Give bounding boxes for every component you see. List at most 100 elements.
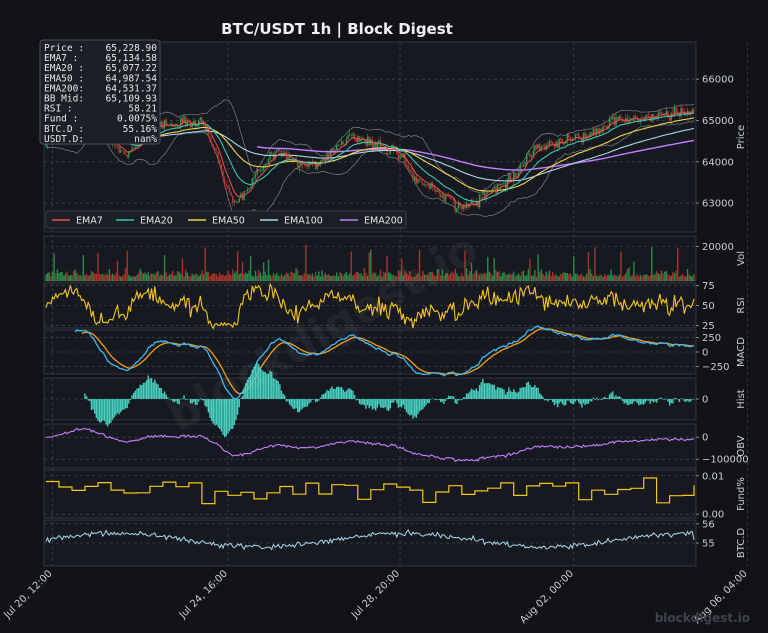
histogram-bar bbox=[446, 397, 448, 399]
histogram-bar bbox=[693, 399, 695, 400]
histogram-bar bbox=[521, 387, 523, 399]
volume-bar bbox=[141, 271, 143, 281]
volume-bar bbox=[266, 275, 268, 281]
candle-body bbox=[412, 171, 414, 181]
volume-bar bbox=[348, 273, 351, 281]
histogram-bar bbox=[685, 399, 687, 403]
volume-bar bbox=[108, 268, 111, 281]
volume-bar bbox=[603, 274, 606, 281]
candle-body bbox=[542, 146, 544, 147]
candle-body bbox=[316, 165, 318, 170]
volume-bar bbox=[490, 273, 492, 281]
volume-bar bbox=[219, 272, 221, 281]
volume-bar bbox=[238, 274, 240, 281]
candle-body bbox=[613, 116, 616, 126]
volume-bar bbox=[274, 274, 276, 281]
volume-bar bbox=[342, 275, 344, 281]
histogram-bar bbox=[577, 399, 580, 403]
volume-bar bbox=[530, 275, 533, 281]
volume-bar bbox=[58, 273, 60, 281]
histogram-bar bbox=[376, 399, 379, 408]
volume-bar bbox=[76, 272, 78, 281]
candle-body bbox=[209, 136, 211, 143]
volume-bar bbox=[212, 273, 214, 281]
histogram-bar bbox=[314, 399, 317, 403]
candle-body bbox=[501, 183, 504, 185]
volume-bar bbox=[170, 274, 172, 281]
volume-bar bbox=[618, 274, 620, 281]
histogram-bar bbox=[448, 395, 450, 399]
volume-bar bbox=[197, 276, 200, 281]
volume-bar bbox=[318, 271, 320, 281]
candle-body bbox=[513, 172, 515, 180]
histogram-bar bbox=[336, 387, 338, 399]
volume-bar bbox=[66, 271, 68, 281]
histogram-bar bbox=[652, 399, 655, 403]
volume-bar bbox=[251, 275, 253, 281]
volume-bar bbox=[144, 272, 146, 281]
candle-body bbox=[616, 116, 619, 120]
volume-bar bbox=[152, 273, 154, 281]
candle-body bbox=[647, 114, 650, 117]
candle-body bbox=[474, 205, 476, 206]
volume-bar bbox=[488, 271, 491, 281]
volume-bar bbox=[493, 258, 495, 281]
histogram-bar bbox=[123, 399, 125, 410]
volume-bar bbox=[94, 274, 96, 281]
candle-body bbox=[121, 150, 124, 152]
x-tick-label: Jul 28, 20:00 bbox=[349, 568, 402, 621]
volume-bar bbox=[563, 271, 565, 281]
candle-body bbox=[503, 183, 505, 184]
volume-bar bbox=[504, 273, 507, 281]
volume-bar bbox=[621, 276, 624, 281]
volume-bar bbox=[248, 270, 250, 281]
candle-body bbox=[612, 116, 614, 120]
volume-bar bbox=[180, 274, 182, 281]
histogram-bar bbox=[423, 399, 426, 408]
volume-bar bbox=[134, 276, 137, 281]
histogram-bar bbox=[654, 399, 656, 402]
candle-body bbox=[323, 158, 325, 161]
histogram-bar bbox=[313, 399, 315, 400]
candle-body bbox=[248, 188, 250, 190]
histogram-bar bbox=[98, 399, 101, 423]
volume-bar bbox=[113, 275, 115, 281]
volume-bar bbox=[110, 274, 112, 281]
histogram-bar bbox=[144, 382, 146, 399]
volume-bar bbox=[227, 270, 229, 281]
candle-body bbox=[480, 194, 482, 195]
histogram-bar bbox=[339, 387, 341, 399]
histogram-bar bbox=[435, 399, 437, 401]
chart-svg: Jul 20, 12:00 Jul 24, 16:00 Jul 28, 20:00 A… bbox=[1, 20, 750, 626]
candle-body bbox=[508, 173, 510, 180]
histogram-bar bbox=[543, 399, 546, 401]
histogram-bar bbox=[139, 384, 141, 399]
y-axis-label: Vol bbox=[736, 251, 747, 266]
histogram-bar bbox=[147, 375, 150, 399]
candle-body bbox=[222, 170, 224, 179]
volume-bar bbox=[633, 261, 635, 281]
histogram-bar bbox=[436, 399, 439, 400]
volume-bar bbox=[97, 252, 99, 281]
candle-body bbox=[618, 116, 620, 120]
histogram-bar bbox=[407, 399, 409, 415]
candle-body bbox=[524, 162, 526, 165]
histogram-bar bbox=[366, 399, 369, 406]
x-tick-label: Aug 02, 00:00 bbox=[518, 568, 576, 626]
histogram-bar bbox=[690, 399, 692, 402]
volume-bar bbox=[90, 270, 93, 281]
histogram-bar bbox=[620, 397, 622, 399]
histogram-bar bbox=[537, 387, 539, 399]
volume-bar bbox=[654, 274, 656, 281]
volume-bar bbox=[176, 271, 179, 281]
candle-body bbox=[225, 184, 227, 186]
candle-body bbox=[123, 150, 125, 154]
candle-body bbox=[409, 169, 411, 172]
candle-body bbox=[253, 177, 255, 179]
volume-bar bbox=[292, 272, 294, 281]
histogram-bar bbox=[428, 399, 430, 404]
candle-body bbox=[568, 133, 570, 138]
candle-body bbox=[428, 184, 430, 189]
candle-body bbox=[547, 144, 549, 147]
volume-bar bbox=[631, 274, 633, 281]
